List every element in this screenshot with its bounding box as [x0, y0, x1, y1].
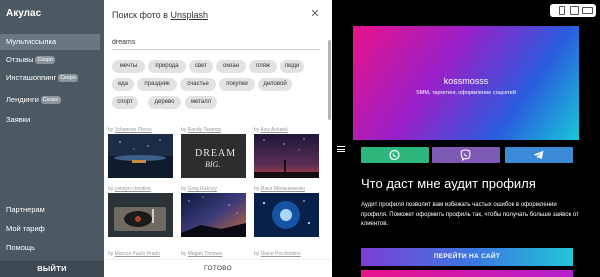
tag-chip[interactable]: океан	[216, 60, 246, 73]
sidebar-item-reviews[interactable]: Отзывы Скоро	[0, 52, 100, 68]
profile-hero: kossmosss SMM, таргетинг, оформление соц…	[353, 26, 579, 140]
telegram-button[interactable]	[505, 147, 573, 163]
viber-icon	[460, 149, 471, 161]
tag-chip[interactable]: свет	[189, 60, 213, 73]
photo-thumbnail[interactable]	[108, 193, 173, 237]
sidebar-item-label: Лендинги	[6, 95, 39, 104]
sidebar-item-label: Заявки	[6, 115, 31, 124]
photo-thumbnail[interactable]	[254, 134, 319, 178]
photo-credit: by Johannes Plenio	[108, 127, 152, 133]
brand-logo[interactable]: Акулас	[6, 8, 41, 19]
sidebar-item-multilink[interactable]: Мультиссылка	[0, 34, 100, 50]
tag-chip[interactable]: мечты	[112, 60, 145, 73]
sidebar-item-label: Партнерам	[6, 205, 45, 214]
photo-thumbnail[interactable]	[181, 193, 246, 237]
soon-badge: Скоро	[40, 96, 61, 104]
done-button[interactable]: ГОТОВО	[104, 265, 332, 272]
photo-thumbnail[interactable]: DREAM BIG.	[181, 134, 246, 178]
photo-credit: by carolyn christine	[108, 186, 151, 192]
photo-search-input[interactable]	[112, 36, 320, 50]
photo-author-link[interactable]: carolyn christine	[115, 186, 151, 192]
svg-text:DREAM: DREAM	[195, 148, 236, 159]
tag-chip[interactable]: счастье	[180, 78, 216, 91]
soon-badge: Скоро	[58, 74, 78, 82]
soon-badge: Скоро	[35, 56, 56, 64]
sidebar-item-help[interactable]: Помощь	[0, 240, 100, 256]
sidebar-item-partners[interactable]: Партнерам	[0, 202, 100, 218]
panel-title: Поиск фото в Unsplash	[112, 10, 208, 20]
secondary-button[interactable]	[361, 270, 573, 277]
tag-chip[interactable]: праздник	[137, 78, 177, 91]
panel-footer: ГОТОВО	[104, 259, 332, 277]
telegram-icon	[533, 150, 544, 160]
tag-chip[interactable]: дерево	[148, 96, 181, 109]
sidebar-item-label: Мой тариф	[6, 224, 45, 233]
profile-subtitle: SMM, таргетинг, оформление соцсетей	[416, 90, 516, 96]
sidebar-item-label: Отзывы	[6, 55, 34, 64]
sidebar-item-requests[interactable]: Заявки	[0, 112, 100, 128]
photo-author-link[interactable]: Johannes Plenio	[115, 127, 152, 133]
tag-chip[interactable]: еда	[112, 78, 134, 91]
section-headline: Что даст мне аудит профиля	[361, 176, 536, 191]
viber-button[interactable]	[432, 147, 500, 163]
photo-credit: by Marcos Paulo Prado	[108, 251, 160, 257]
photo-thumbnail[interactable]	[254, 193, 319, 237]
photo-credit: by Илья Мельниченко	[254, 186, 305, 192]
photo-credit: by Aziz Acharki	[254, 127, 288, 133]
photo-credit: by Randy Tarampi	[181, 127, 222, 133]
sidebar-item-landings[interactable]: Лендинги Скоро	[0, 92, 100, 108]
tag-chip[interactable]: природа	[148, 60, 186, 73]
panel-scrollbar[interactable]	[328, 40, 331, 120]
sidebar-item-instashopping[interactable]: Инсташоппинг Скоро	[0, 70, 100, 86]
photo-author-link[interactable]: Diane Picchiottino	[261, 251, 301, 257]
logout-button[interactable]: ВЫЙТИ	[0, 261, 104, 277]
photo-thumbnail[interactable]	[108, 134, 173, 178]
photo-author-link[interactable]: Marcos Paulo Prado	[115, 251, 160, 257]
photo-author-link[interactable]: Greg Rakozy	[188, 186, 217, 192]
sidebar-item-tariff[interactable]: Мой тариф	[0, 221, 100, 237]
photo-author-link[interactable]: Илья Мельниченко	[261, 186, 305, 192]
desktop-view-icon[interactable]	[582, 7, 593, 14]
sidebar-item-label: Мультиссылка	[6, 37, 57, 46]
go-to-site-button[interactable]: ПЕРЕЙТИ НА САЙТ	[361, 248, 573, 266]
hamburger-menu-icon[interactable]	[337, 146, 345, 152]
section-description: Аудит профиля позволит вам избежать част…	[361, 202, 579, 227]
whatsapp-icon	[389, 149, 400, 161]
whatsapp-button[interactable]	[361, 147, 429, 163]
sidebar-item-label: Помощь	[6, 243, 35, 252]
photo-credit: by Megan Thomas	[181, 251, 223, 257]
close-icon[interactable]: ✕	[309, 8, 321, 20]
sidebar: Акулас Мультиссылка Отзывы Скоро Инсташоп…	[0, 0, 104, 277]
tag-chip[interactable]: люди	[280, 60, 304, 73]
unsplash-link[interactable]: Unsplash	[170, 10, 208, 20]
photo-author-link[interactable]: Megan Thomas	[188, 251, 223, 257]
tag-chip[interactable]: деловой	[258, 78, 292, 91]
tag-chip[interactable]: пляж	[249, 60, 277, 73]
tag-chip[interactable]: спорт	[112, 96, 138, 109]
panel-title-text: Поиск фото в	[112, 10, 171, 20]
sidebar-item-label: Инсташоппинг	[6, 73, 57, 82]
tag-chip[interactable]: покупки	[219, 78, 255, 91]
page-preview: kossmosss SMM, таргетинг, оформление соц…	[332, 0, 600, 277]
tag-chip[interactable]: металл	[185, 96, 217, 109]
photo-author-link[interactable]: Randy Tarampi	[188, 127, 222, 133]
photo-credit: by Greg Rakozy	[181, 186, 217, 192]
tablet-view-icon[interactable]	[570, 6, 579, 15]
profile-name: kossmosss	[443, 76, 489, 86]
phone-view-icon[interactable]	[559, 6, 565, 15]
photo-search-panel: Поиск фото в Unsplash ✕ мечты природа св…	[104, 0, 332, 277]
photo-author-link[interactable]: Aziz Acharki	[260, 127, 287, 133]
svg-text:BIG.: BIG.	[205, 160, 220, 169]
device-switcher	[550, 4, 596, 17]
photo-credit: by Diane Picchiottino	[254, 251, 301, 257]
